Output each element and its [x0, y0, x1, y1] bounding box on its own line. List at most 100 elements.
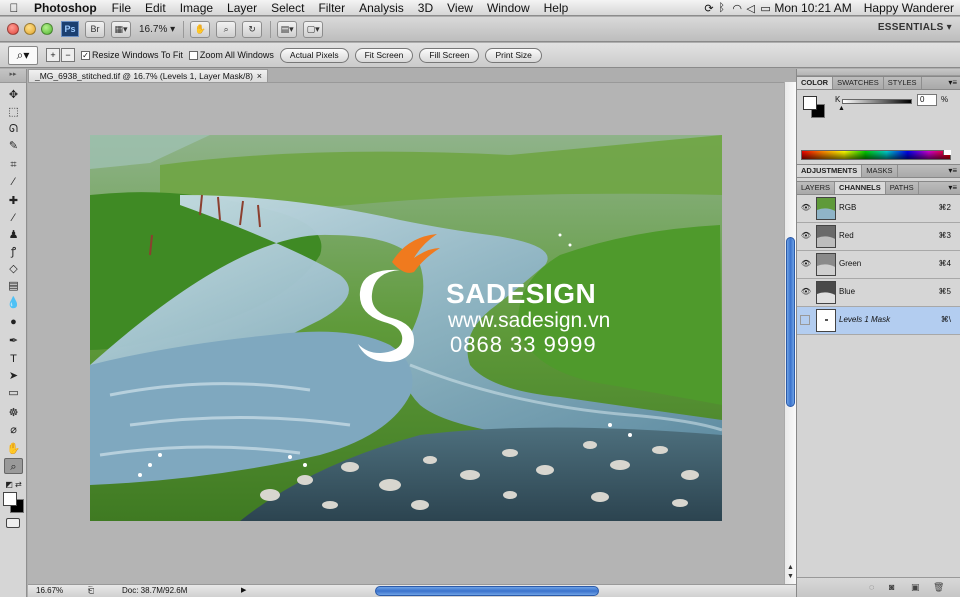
tab-layers[interactable]: LAYERS [797, 182, 836, 194]
3d-orbit-tool-icon[interactable]: ⌀ [4, 422, 23, 438]
crop-tool-icon[interactable]: ⌗ [4, 157, 23, 173]
workspace-switcher[interactable]: ESSENTIALS ▾ [878, 22, 952, 33]
zoom-all-windows-checkbox[interactable]: Zoom All Windows [188, 50, 274, 60]
color-spectrum-bar[interactable] [801, 150, 951, 160]
close-document-icon[interactable]: × [257, 70, 262, 82]
panel-dock-grip[interactable] [797, 69, 960, 76]
menu-layer[interactable]: Layer [220, 1, 264, 15]
save-selection-icon[interactable]: ◙ [889, 582, 894, 592]
menu-view[interactable]: View [440, 1, 480, 15]
brush-tool-icon[interactable]: ⁄ [4, 210, 23, 226]
tools-panel-grip[interactable]: ▸▸ [0, 69, 26, 83]
quick-selection-tool-icon[interactable]: ✎ [4, 138, 23, 154]
hand-tool-icon[interactable]: ✋ [4, 441, 23, 457]
rotate-view-button[interactable]: ↻ [242, 20, 263, 38]
close-window-button[interactable] [7, 23, 19, 35]
channel-row-rgb[interactable]: 👁 RGB ⌘2 [797, 195, 960, 223]
tab-adjustments[interactable]: ADJUSTMENTS [797, 165, 863, 177]
pen-tool-icon[interactable]: ✒ [4, 333, 23, 349]
shape-tool-icon[interactable]: ▭ [4, 385, 23, 401]
status-zoom-field[interactable]: 16.67% [36, 585, 63, 597]
zoom-out-button[interactable]: − [61, 48, 75, 62]
menu-3d[interactable]: 3D [411, 1, 440, 15]
white-swatch[interactable] [943, 150, 951, 155]
tool-preset-picker[interactable]: ⌕▾ [8, 45, 38, 65]
zoom-level-select[interactable]: 16.7% ▾ [139, 24, 175, 35]
healing-brush-tool-icon[interactable]: ✚ [4, 193, 23, 209]
clone-stamp-tool-icon[interactable]: ♟ [4, 227, 23, 243]
menu-select[interactable]: Select [264, 1, 311, 15]
panel-menu-icon[interactable]: ▾≡ [948, 182, 957, 194]
color-panel-foreground-swatch[interactable] [803, 96, 817, 110]
status-menu-icon[interactable]: ▶ [241, 585, 246, 597]
visibility-eye-icon[interactable]: 👁 [800, 202, 812, 214]
channel-row-levels-mask[interactable]: Levels 1 Mask ⌘\ [797, 307, 960, 335]
menu-filter[interactable]: Filter [311, 1, 352, 15]
tab-masks[interactable]: MASKS [862, 165, 898, 177]
document-tab[interactable]: _MG_6938_stitched.tif @ 16.7% (Levels 1,… [28, 69, 268, 82]
zoom-tool-icon[interactable]: ⌕ [4, 458, 23, 474]
wifi-icon[interactable]: ◠ [726, 2, 742, 15]
app-menu[interactable]: Photoshop [28, 1, 105, 15]
menu-analysis[interactable]: Analysis [352, 1, 411, 15]
delete-channel-icon[interactable]: 🗑 [933, 582, 944, 593]
vertical-scrollbar[interactable]: ▲ ▼ [784, 82, 796, 584]
channel-row-green[interactable]: 👁 Green ⌘4 [797, 251, 960, 279]
3d-rotate-tool-icon[interactable]: ☸ [4, 405, 23, 421]
tab-styles[interactable]: STYLES [884, 77, 922, 89]
new-channel-icon[interactable]: ▣ [911, 582, 920, 593]
marquee-tool-icon[interactable]: ⬚ [4, 104, 23, 120]
path-selection-tool-icon[interactable]: ➤ [4, 368, 23, 384]
foreground-color-swatch[interactable] [3, 492, 17, 506]
apple-icon[interactable]:  [0, 1, 28, 15]
slider-thumb-icon[interactable]: ▲ [838, 105, 845, 112]
volume-icon[interactable]: ◁ [740, 2, 754, 15]
k-value-input[interactable]: 0 [917, 94, 937, 106]
print-size-button[interactable]: Print Size [485, 47, 542, 63]
quick-mask-icon[interactable] [6, 518, 20, 528]
eyedropper-tool-icon[interactable]: ⁄ [4, 174, 23, 190]
eraser-tool-icon[interactable]: ◇ [4, 261, 23, 277]
arrange-documents-button[interactable]: ▤▾ [277, 20, 298, 38]
dodge-tool-icon[interactable]: ● [4, 314, 23, 330]
minimize-window-button[interactable] [24, 23, 36, 35]
vertical-scroll-thumb[interactable] [786, 237, 795, 407]
horizontal-scroll-thumb[interactable] [375, 586, 599, 596]
visibility-toggle[interactable] [800, 315, 810, 325]
gradient-tool-icon[interactable]: ▤ [4, 278, 23, 294]
panel-menu-icon[interactable]: ▾≡ [948, 77, 957, 89]
menu-window[interactable]: Window [480, 1, 537, 15]
status-info-icon[interactable]: ⎗ [86, 585, 96, 597]
zoom-window-button[interactable] [41, 23, 53, 35]
menubar-clock[interactable]: Mon 10:21 AM [768, 1, 857, 15]
fit-screen-button[interactable]: Fit Screen [354, 47, 414, 63]
channel-row-red[interactable]: 👁 Red ⌘3 [797, 223, 960, 251]
scroll-up-icon[interactable]: ▲ [787, 564, 794, 571]
menubar-user[interactable]: Happy Wanderer [858, 1, 960, 15]
tab-paths[interactable]: PATHS [886, 182, 919, 194]
menu-help[interactable]: Help [537, 1, 576, 15]
panel-menu-icon[interactable]: ▾≡ [948, 165, 957, 177]
lasso-tool-icon[interactable]: ᘏ [4, 121, 23, 137]
actual-pixels-button[interactable]: Actual Pixels [279, 47, 349, 63]
move-tool-icon[interactable]: ✥ [4, 87, 23, 103]
load-selection-icon[interactable]: ◌ [869, 582, 874, 592]
fill-screen-button[interactable]: Fill Screen [419, 47, 480, 63]
sync-icon[interactable]: ⟳ [698, 2, 713, 15]
menu-file[interactable]: File [105, 1, 138, 15]
default-colors-icon[interactable]: ◩ ⇄ [4, 477, 23, 493]
resize-windows-checkbox[interactable]: ✓ Resize Windows To Fit [81, 50, 183, 60]
zoom-in-button[interactable]: + [46, 48, 60, 62]
view-extras-button[interactable]: ▦▾ [111, 20, 131, 38]
launch-bridge-button[interactable]: Br [85, 20, 105, 38]
k-slider[interactable] [842, 99, 912, 104]
visibility-eye-icon[interactable]: 👁 [800, 286, 812, 298]
battery-icon[interactable]: ▭ [754, 2, 770, 15]
menu-edit[interactable]: Edit [138, 1, 173, 15]
tab-channels[interactable]: CHANNELS [835, 182, 886, 194]
hand-tool-button[interactable]: ✋ [190, 20, 211, 38]
menu-image[interactable]: Image [173, 1, 220, 15]
channel-row-blue[interactable]: 👁 Blue ⌘5 [797, 279, 960, 307]
history-brush-tool-icon[interactable]: ꝭ [4, 244, 23, 260]
tab-color[interactable]: COLOR [797, 77, 834, 89]
